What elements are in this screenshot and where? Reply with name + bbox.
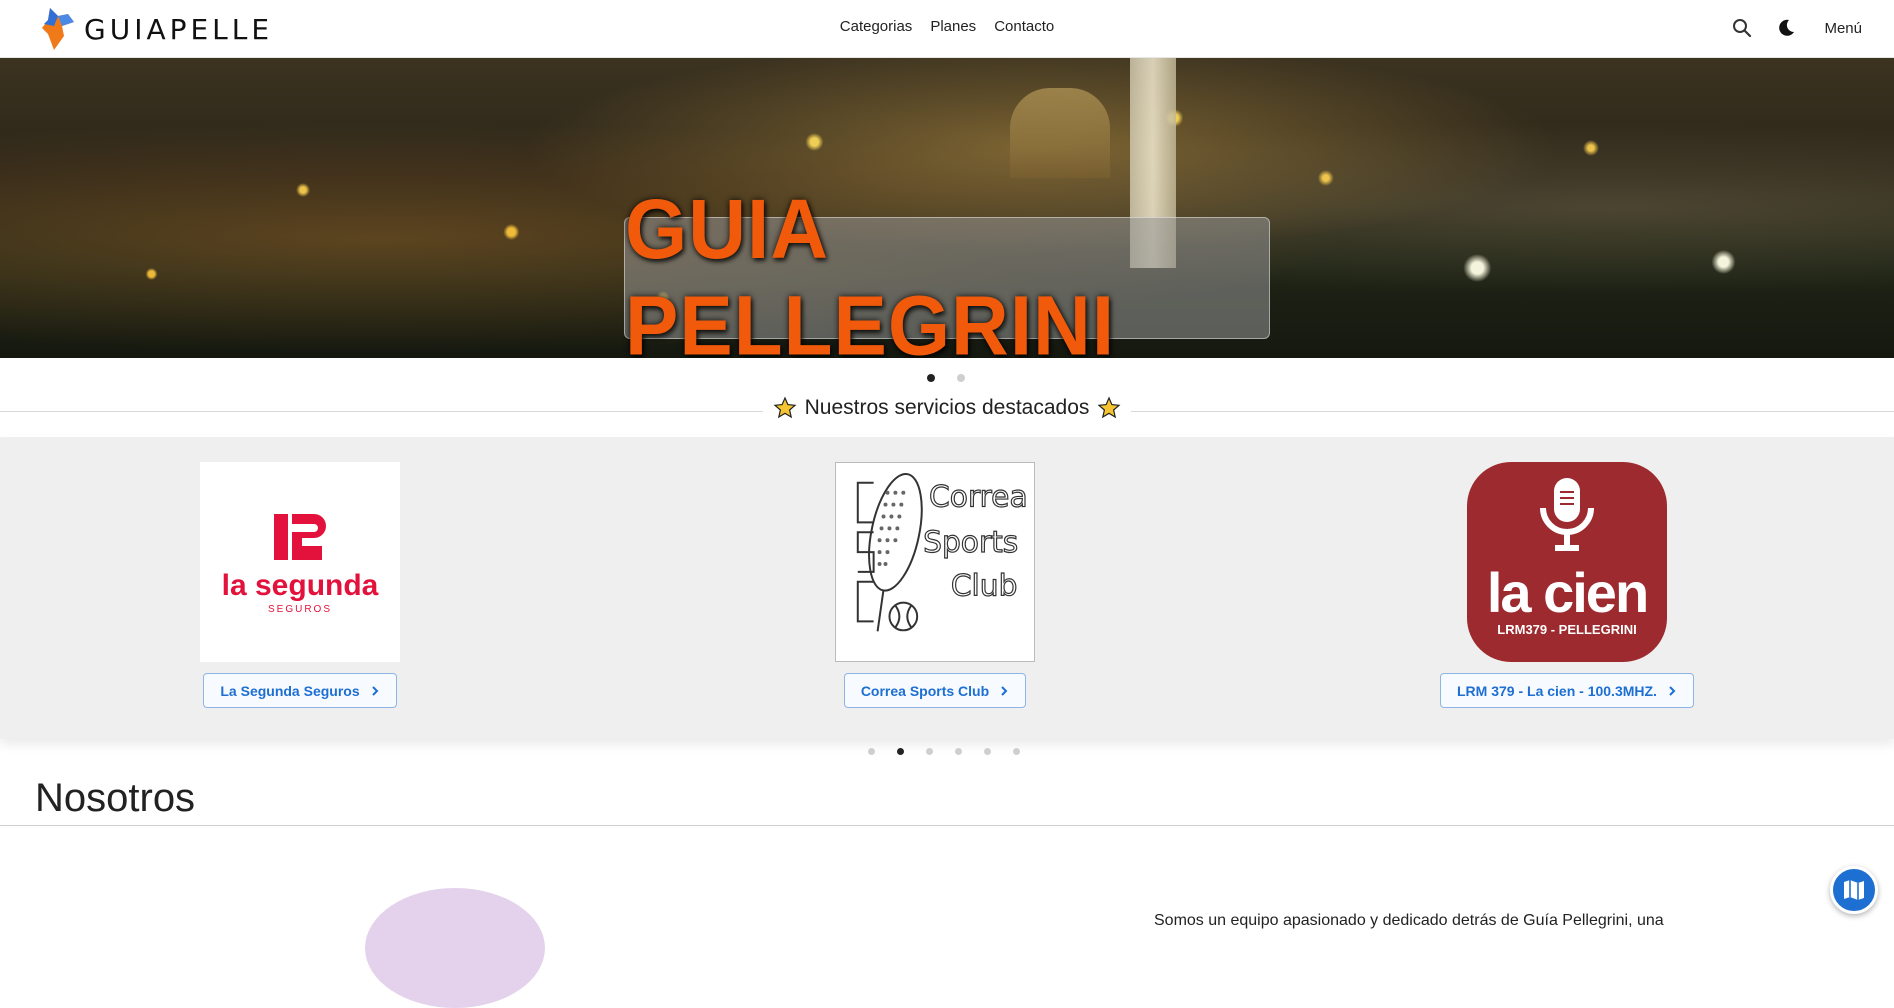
about-text: Somos un equipo apasionado y dedicado de… [1154,912,1664,929]
featured-dot-1[interactable] [868,748,875,755]
star-icon [1097,396,1121,419]
guide-book-fab[interactable] [1830,866,1878,914]
hero-carousel: GUIA PELLEGRINI [0,58,1894,358]
la-segunda-button-label: La Segunda Seguros [220,682,360,699]
hero-title: GUIA PELLEGRINI [625,182,1116,358]
chevron-right-icon [1001,685,1008,696]
book-map-icon [1844,880,1864,900]
nav-actions: Menú [1730,16,1862,40]
hero-dot-2[interactable] [957,374,965,382]
nav-contacto[interactable]: Contacto [994,18,1054,35]
svg-text:Club: Club [951,569,1018,604]
menu-button[interactable]: Menú [1824,20,1862,37]
about-divider [0,825,1894,826]
la-cien-logo[interactable]: la cien LRM379 - PELLEGRINI [1466,462,1667,662]
correa-sports-button[interactable]: Correa Sports Club [843,673,1027,708]
hero-banner: GUIA PELLEGRINI [624,182,1270,358]
featured-card-correa-sports: Correa Sports Club Correa Sports Club [835,462,1035,708]
chevron-right-icon [1669,685,1676,696]
about-illustration [365,888,545,1008]
dark-mode-moon-icon[interactable] [1774,16,1798,40]
nav-planes[interactable]: Planes [930,18,976,35]
la-cien-logo-sub: LRM379 - PELLEGRINI [1497,622,1636,637]
correa-sports-button-label: Correa Sports Club [860,682,990,699]
featured-dot-3[interactable] [926,748,933,755]
featured-dot-5[interactable] [984,748,991,755]
hero-church-silhouette [1010,88,1110,178]
svg-text:Correa: Correa [929,480,1028,515]
featured-dot-2[interactable] [897,748,904,755]
la-segunda-logo[interactable]: la segunda SEGUROS [200,462,400,662]
featured-card-la-segunda: la segunda SEGUROS La Segunda Seguros [200,462,400,708]
la-segunda-logo-text: la segunda [222,569,379,602]
hero-carousel-indicators [927,374,965,382]
search-icon[interactable] [1730,16,1754,40]
correa-sports-logo[interactable]: Correa Sports Club [835,462,1035,662]
featured-card-la-cien: la cien LRM379 - PELLEGRINI LRM 379 - La… [1440,462,1694,708]
featured-heading: Nuestros servicios destacados [0,396,1894,420]
la-segunda-logo-sub: SEGUROS [268,604,332,615]
hero-dot-1[interactable] [927,374,935,382]
nav-categorias[interactable]: Categorias [840,18,913,35]
about-title: Nosotros [35,776,196,820]
star-icon [773,396,797,419]
top-navbar: GUIAPELLE Categorias Planes Contacto Men… [0,0,1894,58]
la-cien-logo-text: la cien [1487,561,1647,624]
la-segunda-button[interactable]: La Segunda Seguros [203,673,397,708]
featured-dot-6[interactable] [1013,748,1020,755]
featured-carousel: la segunda SEGUROS La Segunda Seguros Co… [0,437,1894,739]
chevron-right-icon [371,685,379,696]
featured-carousel-indicators [868,748,1020,755]
la-cien-button-label: LRM 379 - La cien - 100.3MHZ. [1457,682,1657,699]
featured-dot-4[interactable] [955,748,962,755]
featured-title: Nuestros servicios destacados [804,396,1090,419]
svg-text:Sports: Sports [923,525,1018,560]
la-cien-button[interactable]: LRM 379 - La cien - 100.3MHZ. [1440,673,1694,708]
main-nav: Categorias Planes Contacto [0,18,1894,35]
